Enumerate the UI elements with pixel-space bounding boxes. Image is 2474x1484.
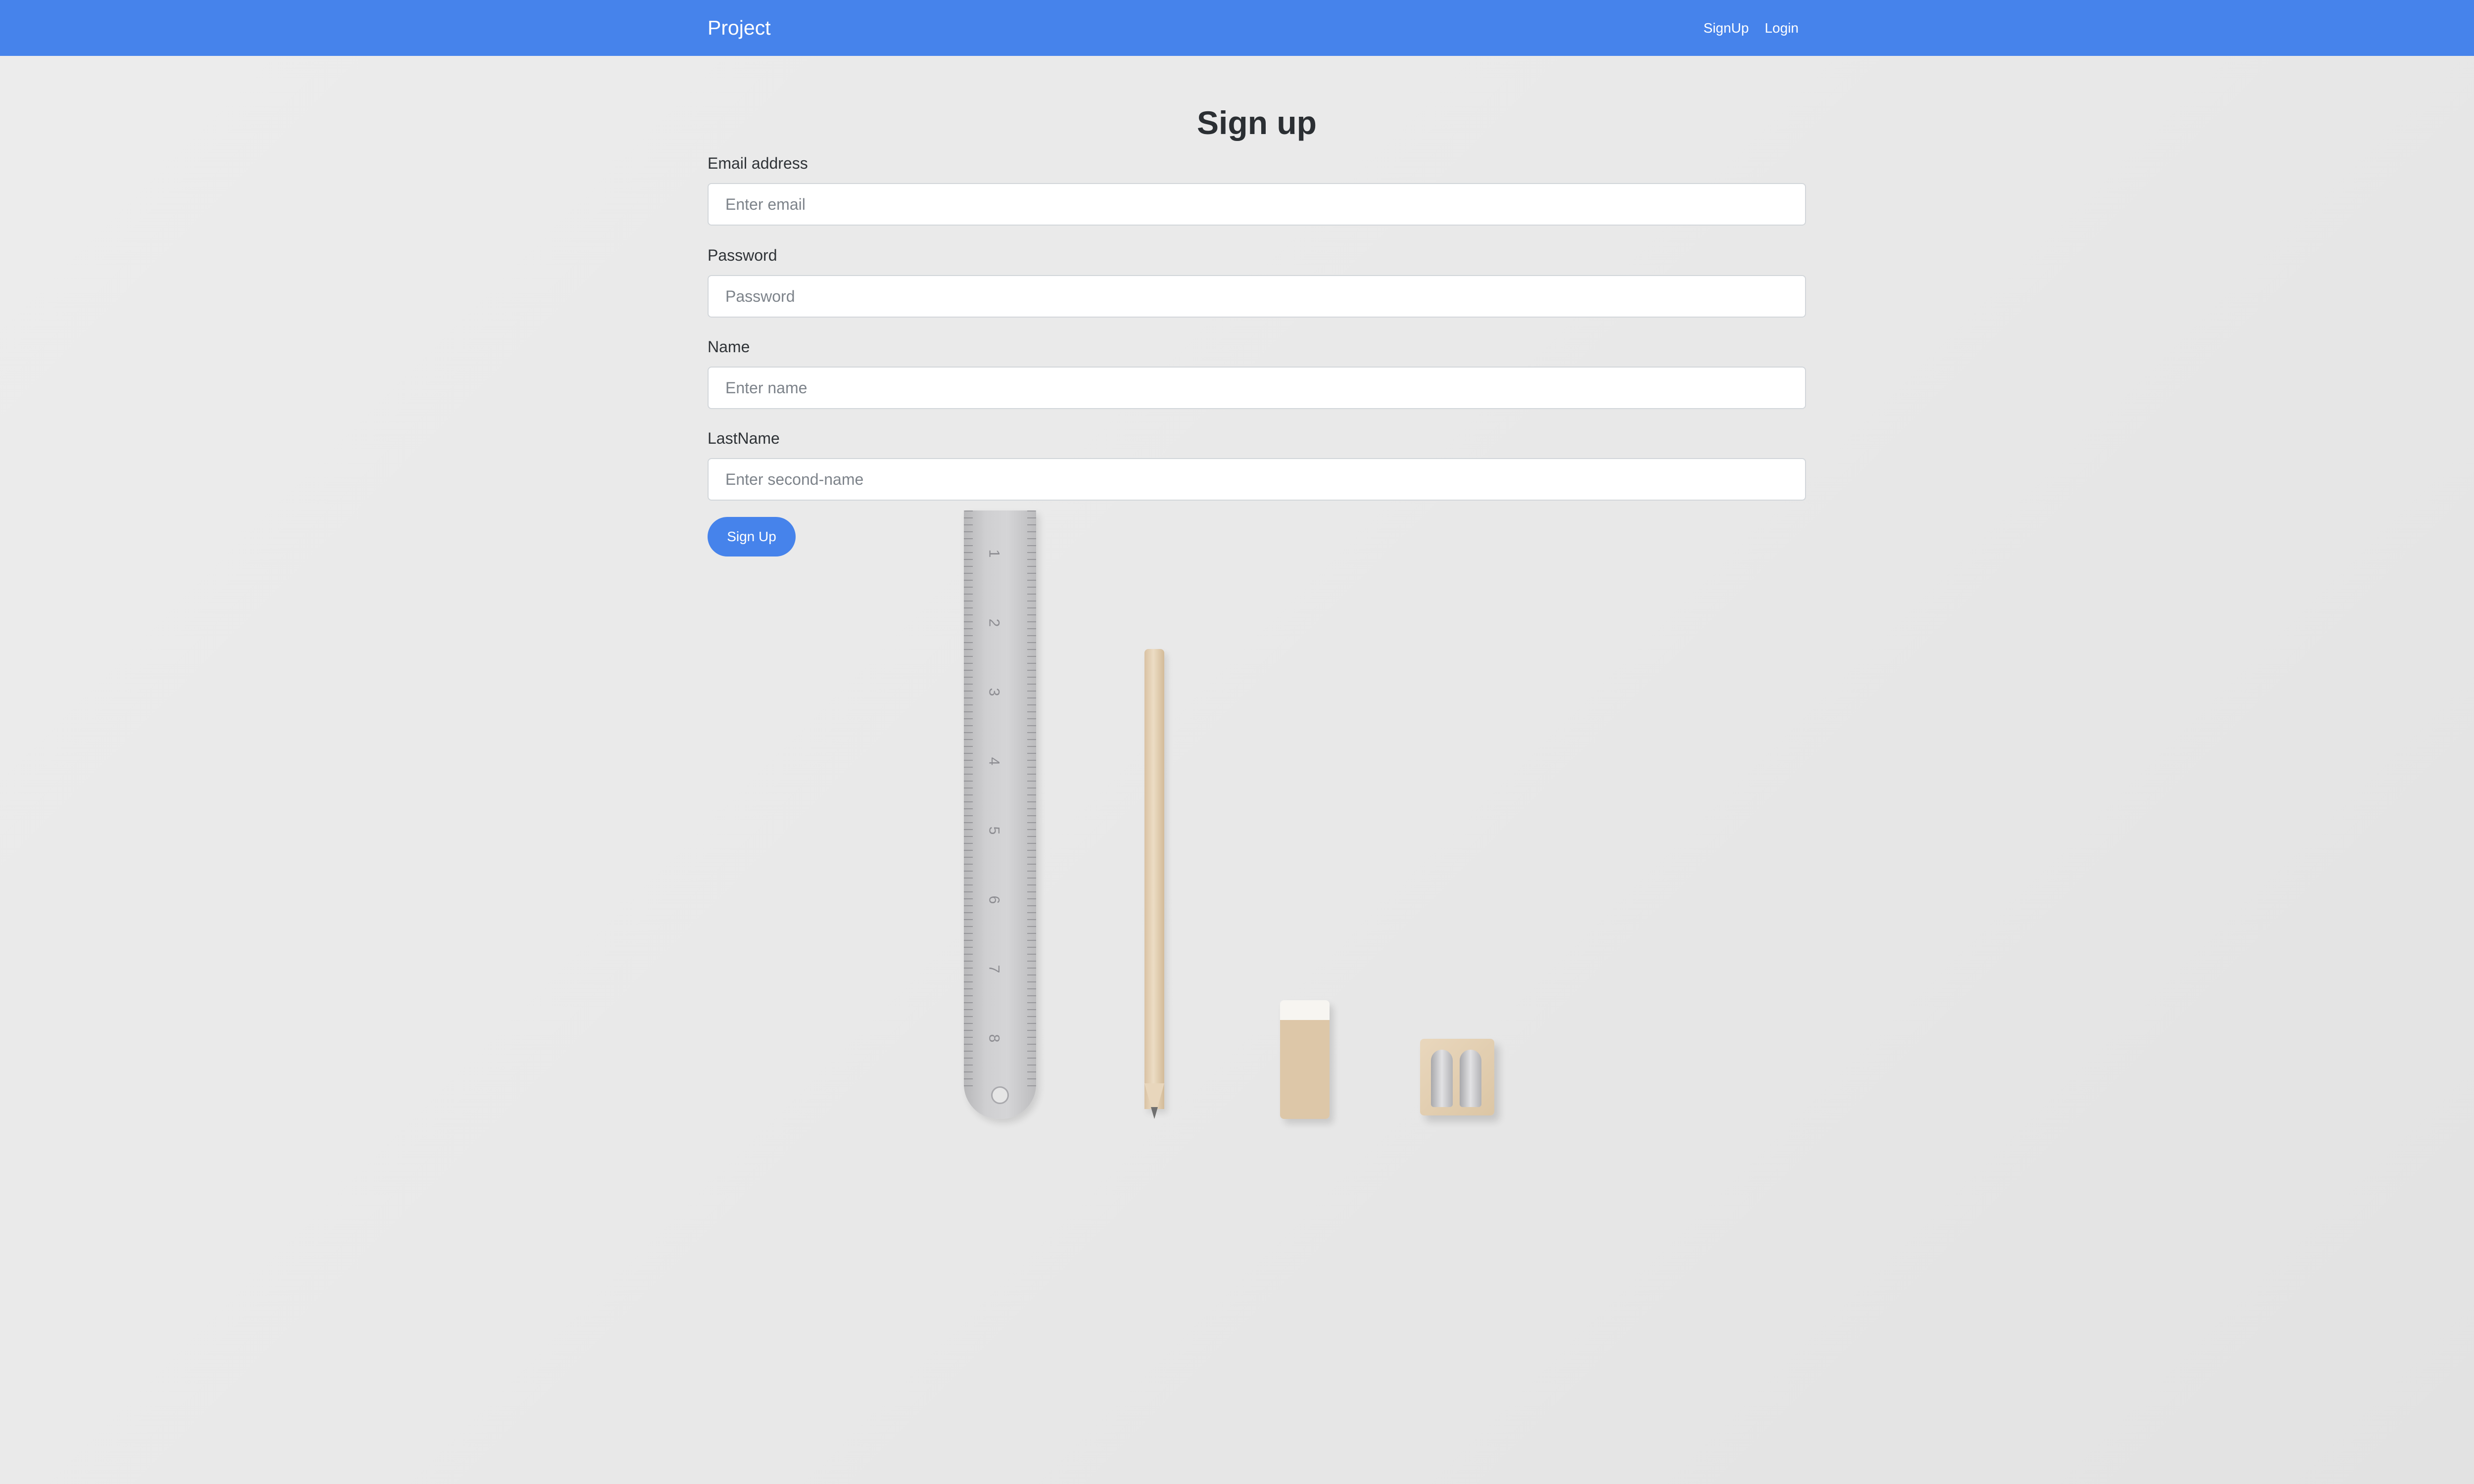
nav-login-link[interactable]: Login <box>1764 20 1799 36</box>
eraser-icon <box>1280 1000 1330 1119</box>
ruler-icon: 1 2 3 4 5 6 7 8 <box>964 510 1036 1119</box>
ruler-ticks <box>964 510 1036 1089</box>
nav-links: SignUp Login <box>1704 0 1799 56</box>
nav-signup-link[interactable]: SignUp <box>1704 20 1749 36</box>
ruler-number: 8 <box>986 1034 1002 1043</box>
email-label: Email address <box>708 154 808 172</box>
ruler-hole <box>991 1086 1009 1104</box>
brand-link[interactable]: Project <box>708 0 771 56</box>
sharpener-blade <box>1460 1050 1481 1107</box>
password-label: Password <box>708 246 777 264</box>
ruler-number: 6 <box>986 895 1002 904</box>
ruler-number: 3 <box>986 688 1002 696</box>
signup-submit-button[interactable]: Sign Up <box>708 517 796 556</box>
email-field[interactable] <box>708 183 1806 226</box>
navbar: Project SignUp Login <box>0 0 2474 56</box>
pencil-lead <box>1151 1107 1158 1119</box>
ruler-number: 5 <box>986 826 1002 835</box>
ruler-number: 1 <box>986 549 1002 558</box>
ruler-number: 4 <box>986 757 1002 766</box>
ruler-number: 7 <box>986 965 1002 974</box>
lastname-field[interactable] <box>708 458 1806 501</box>
ruler-number: 2 <box>986 618 1002 627</box>
password-field[interactable] <box>708 275 1806 318</box>
sharpener-blade <box>1431 1050 1453 1107</box>
page-title: Sign up <box>1197 104 1317 141</box>
name-label: Name <box>708 338 750 356</box>
name-field[interactable] <box>708 367 1806 409</box>
sharpener-icon <box>1420 1039 1494 1115</box>
pencil-icon <box>1144 649 1164 1109</box>
lastname-label: LastName <box>708 429 780 447</box>
